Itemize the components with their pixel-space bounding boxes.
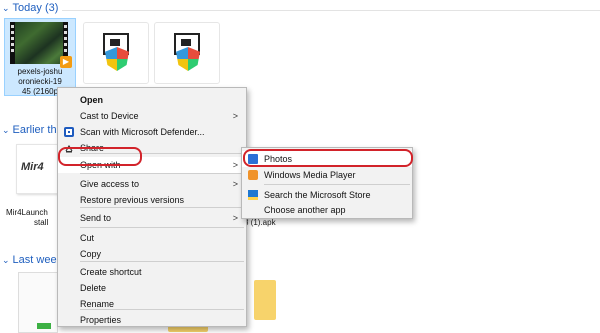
store-icon — [248, 190, 258, 200]
menu-item-rename[interactable]: Rename — [58, 296, 246, 312]
group-header-earlier[interactable]: ⌄ Earlier this — [2, 124, 65, 136]
menu-item-label: Create shortcut — [80, 267, 142, 277]
menu-item-label: Open with — [80, 160, 121, 170]
context-menu: Open Cast to Device > Scan with Microsoft D… — [57, 87, 247, 327]
chevron-down-icon: ⌄ — [2, 254, 10, 265]
file-name-line1: Mir4Launch — [6, 208, 48, 217]
menu-separator — [80, 227, 244, 228]
menu-item-copy[interactable]: Copy — [58, 246, 246, 262]
menu-item-share[interactable]: Share — [58, 140, 246, 156]
installer-icon — [170, 33, 204, 73]
menu-item-label: Properties — [80, 315, 122, 325]
chevron-down-icon: ⌄ — [2, 2, 10, 13]
mir4-launcher-tile[interactable]: Mir4 Mir4Launch stall — [6, 142, 58, 230]
menu-item-label: Delete — [80, 283, 107, 293]
submenu-item-label: Search the Microsoft Store — [264, 190, 371, 200]
submenu-item-label: Choose another app — [264, 205, 346, 215]
menu-item-open[interactable]: Open — [58, 92, 246, 108]
menu-item-label: Share — [80, 143, 105, 153]
menu-item-label: Scan with Microsoft Defender... — [80, 127, 205, 137]
menu-separator — [264, 184, 410, 185]
menu-item-scan-with-microsoft-defender[interactable]: Scan with Microsoft Defender... — [58, 124, 246, 140]
group-label: Today (3) — [12, 2, 59, 14]
open-with-submenu: Photos Windows Media Player Search the Mic… — [241, 147, 413, 219]
menu-item-label: Open — [80, 95, 104, 105]
menu-item-label: Give access to — [80, 179, 140, 189]
submenu-item-label: Windows Media Player — [264, 170, 356, 180]
menu-separator — [80, 173, 244, 174]
file-name-line2: oroniecki-19 — [18, 77, 62, 86]
media-player-icon — [248, 170, 258, 180]
apk-file-name: 8 (1).apk — [244, 218, 276, 227]
chevron-right-icon: > — [232, 160, 238, 170]
menu-item-label: Copy — [80, 249, 102, 259]
chevron-down-icon: ⌄ — [2, 124, 10, 135]
chevron-right-icon: > — [232, 213, 238, 223]
menu-item-send-to[interactable]: Send to > — [58, 210, 246, 226]
group-header-last-week[interactable]: ⌄ Last week — [2, 254, 62, 266]
installer-icon — [99, 33, 133, 73]
group-divider — [62, 10, 600, 11]
document-thumbnail[interactable] — [18, 272, 58, 333]
group-label: Last week — [12, 254, 63, 266]
submenu-item-search-the-microsoft-store[interactable]: Search the Microsoft Store — [242, 187, 412, 203]
menu-item-restore-previous-versions[interactable]: Restore previous versions — [58, 192, 246, 208]
menu-item-label: Restore previous versions — [80, 195, 185, 205]
menu-item-label: Cast to Device — [80, 111, 139, 121]
menu-item-label: Cut — [80, 233, 95, 243]
folder-icon[interactable] — [254, 280, 276, 320]
submenu-item-photos[interactable]: Photos — [242, 151, 412, 167]
menu-item-properties[interactable]: Properties — [58, 312, 246, 328]
photos-icon — [248, 154, 258, 164]
video-thumbnail: ▶ — [10, 22, 72, 68]
menu-item-give-access-to[interactable]: Give access to > — [58, 176, 246, 192]
submenu-item-windows-media-player[interactable]: Windows Media Player — [242, 167, 412, 183]
installer-file-tile[interactable] — [83, 22, 149, 84]
submenu-item-label: Photos — [264, 154, 293, 164]
mir4-logo-text: Mir4 — [21, 161, 44, 173]
chevron-right-icon: > — [232, 179, 238, 189]
menu-item-create-shortcut[interactable]: Create shortcut — [58, 264, 246, 280]
group-header-today[interactable]: ⌄ Today (3) — [2, 2, 58, 14]
chevron-right-icon: > — [232, 111, 238, 121]
menu-item-cut[interactable]: Cut — [58, 230, 246, 246]
share-icon — [64, 143, 74, 153]
file-name-line1: pexels-joshu — [17, 67, 63, 76]
submenu-item-choose-another-app[interactable]: Choose another app — [242, 202, 412, 218]
menu-item-label: Rename — [80, 299, 115, 309]
video-file-tile[interactable]: ▶ pexels-joshu oroniecki-19 45 (2160p — [4, 18, 76, 96]
menu-item-delete[interactable]: Delete — [58, 280, 246, 296]
menu-item-label: Send to — [80, 213, 112, 223]
menu-item-open-with[interactable]: Open with > — [58, 157, 246, 173]
mir4-logo-icon: Mir4 — [16, 144, 58, 194]
installer-file-tile[interactable] — [154, 22, 220, 84]
menu-item-cast-to-device[interactable]: Cast to Device > — [58, 108, 246, 124]
defender-icon — [64, 127, 74, 137]
